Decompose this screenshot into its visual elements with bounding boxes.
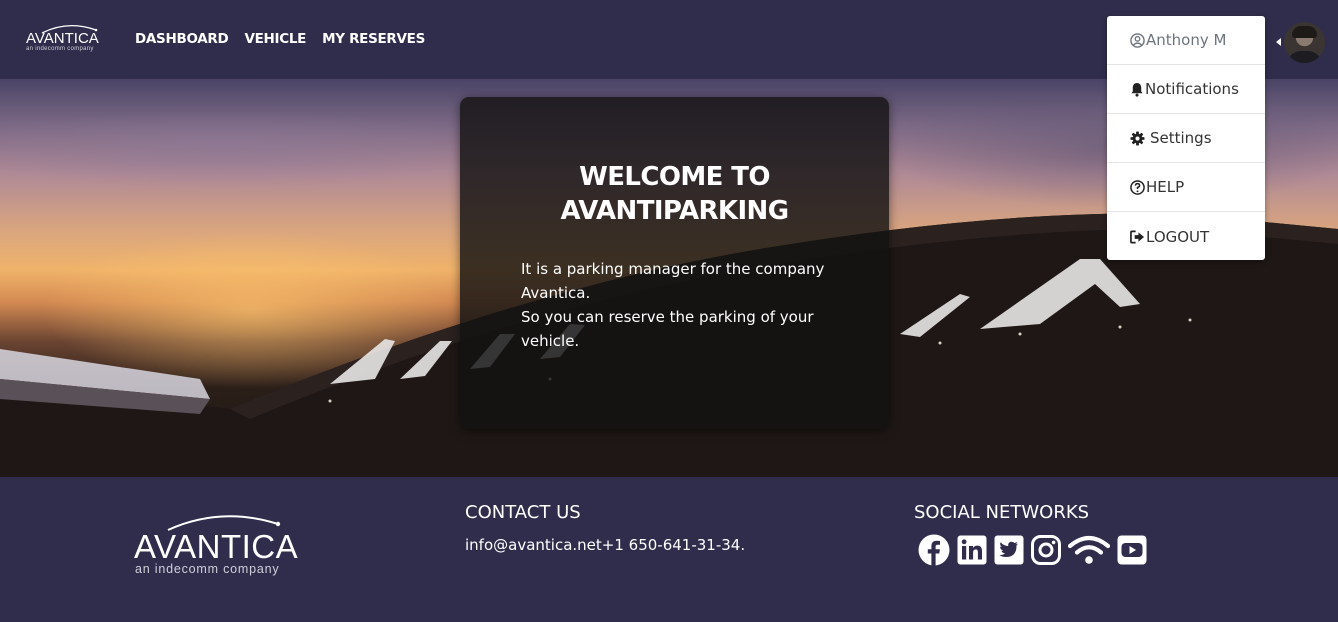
menu-item-settings[interactable]: Settings	[1107, 114, 1265, 163]
nav-vehicle-link[interactable]: VEHICLE	[244, 31, 306, 47]
welcome-title: WELCOME TO AVANTIPARKING	[460, 160, 889, 228]
instagram-icon[interactable]	[1031, 535, 1061, 565]
menu-item-notifications[interactable]: Notifications	[1107, 65, 1265, 114]
main-nav: DASHBOARD VEHICLE MY RESERVES	[135, 31, 441, 47]
nav-my-reserves-link[interactable]: MY RESERVES	[322, 31, 425, 47]
user-circle-icon	[1130, 32, 1145, 48]
footer: AVANTICA an indecomm company CONTACT US …	[0, 477, 1338, 622]
contact-info: info@avantica.net+1 650-641-31-34.	[465, 536, 746, 554]
caret-left-icon	[1276, 38, 1281, 46]
facebook-icon[interactable]	[918, 534, 950, 566]
sign-out-icon	[1130, 230, 1145, 243]
brand-tagline: an indecomm company	[26, 46, 94, 52]
menu-item-settings-label: Settings	[1150, 129, 1212, 147]
welcome-paragraph-2: So you can reserve the parking of your v…	[521, 308, 814, 350]
gear-icon	[1130, 130, 1145, 146]
user-dropdown-menu: Anthony M Notifications Settings HELP LO…	[1107, 16, 1265, 260]
menu-item-notifications-label: Notifications	[1145, 80, 1239, 98]
footer-brand-name: AVANTICA	[134, 528, 299, 565]
welcome-card: WELCOME TO AVANTIPARKING It is a parking…	[460, 97, 889, 429]
footer-brand-tagline: an indecomm company	[135, 562, 280, 576]
menu-item-profile[interactable]: Anthony M	[1107, 16, 1265, 65]
footer-brand-logo: AVANTICA an indecomm company	[134, 512, 304, 577]
menu-item-help[interactable]: HELP	[1107, 163, 1265, 212]
contact-title: CONTACT US	[465, 502, 581, 523]
welcome-description: It is a parking manager for the company …	[521, 257, 841, 353]
linkedin-icon[interactable]	[957, 535, 987, 565]
menu-item-logout-label: LOGOUT	[1146, 227, 1210, 246]
nav-dashboard-link[interactable]: DASHBOARD	[135, 31, 229, 47]
social-icons	[918, 534, 1154, 566]
bell-icon	[1131, 82, 1143, 97]
social-title: SOCIAL NETWORKS	[914, 502, 1090, 523]
menu-item-logout[interactable]: LOGOUT	[1107, 212, 1265, 261]
youtube-icon[interactable]	[1117, 535, 1147, 565]
twitter-icon[interactable]	[994, 535, 1024, 565]
wifi-icon[interactable]	[1068, 535, 1110, 565]
question-circle-icon	[1130, 179, 1145, 195]
welcome-title-line2: AVANTIPARKING	[560, 196, 790, 226]
user-avatar[interactable]	[1284, 22, 1325, 63]
brand-name: AVANTICA	[26, 30, 99, 47]
welcome-title-line1: WELCOME TO	[579, 162, 770, 192]
brand-logo[interactable]: AVANTICA an indecomm company	[26, 24, 102, 54]
menu-item-help-label: HELP	[1146, 178, 1185, 196]
welcome-paragraph-1: It is a parking manager for the company …	[521, 260, 825, 302]
menu-item-profile-label: Anthony M	[1146, 31, 1227, 49]
